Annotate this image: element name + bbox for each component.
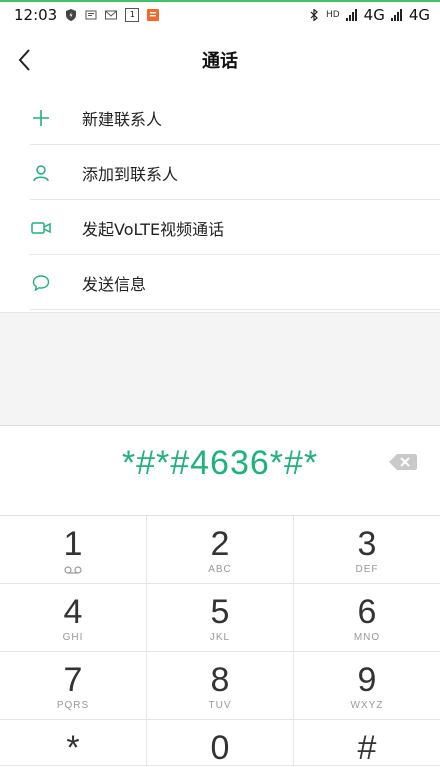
plus-icon	[30, 107, 52, 129]
app-notification-icon	[147, 9, 160, 21]
key-digit: 0	[210, 729, 230, 767]
person-icon	[30, 162, 52, 184]
video-icon	[30, 217, 52, 239]
action-menu: 新建联系人 添加到联系人 发起VoLTE视频通话 发送信息	[0, 90, 440, 310]
key-digit: 8	[210, 661, 230, 699]
key-digit: 4	[63, 593, 83, 631]
menu-item-add-to-contact[interactable]: 添加到联系人	[0, 145, 440, 200]
key-letters: JKL	[209, 632, 231, 643]
network-type-1: 4G	[363, 6, 385, 24]
network-type-2: 4G	[408, 6, 430, 24]
menu-item-label: 发起VoLTE视频通话	[82, 219, 225, 239]
key-digit: 6	[357, 593, 377, 631]
key-digit: 1	[63, 525, 83, 563]
key-3[interactable]: 3 DEF	[294, 516, 440, 584]
page-title: 通话	[202, 51, 238, 72]
key-letters: GHI	[62, 632, 84, 643]
back-arrow-icon[interactable]	[10, 44, 42, 76]
key-letters: WXYZ	[350, 700, 384, 711]
menu-item-video-call[interactable]: 发起VoLTE视频通话	[0, 200, 440, 255]
key-letters: MNO	[353, 632, 381, 643]
key-digit: 2	[210, 525, 230, 563]
key-9[interactable]: 9 WXYZ	[294, 652, 440, 720]
key-digit: 7	[63, 661, 83, 699]
mail-icon	[105, 10, 118, 20]
key-digit: #	[357, 729, 377, 767]
voicemail-icon	[64, 566, 82, 574]
key-7[interactable]: 7 PQRS	[0, 652, 147, 720]
key-letters: DEF	[355, 564, 379, 575]
key-1[interactable]: 1	[0, 516, 147, 584]
menu-item-label: 添加到联系人	[82, 164, 179, 184]
key-letters: ABC	[208, 564, 232, 575]
key-hash[interactable]: #	[294, 720, 440, 766]
calendar-icon: 1	[125, 8, 140, 22]
menu-item-new-contact[interactable]: 新建联系人	[0, 90, 440, 145]
header: 通话	[0, 30, 440, 90]
key-5[interactable]: 5 JKL	[147, 584, 294, 652]
hd-label: HD	[325, 10, 340, 20]
key-digit: 3	[357, 525, 377, 563]
key-8[interactable]: 8 TUV	[147, 652, 294, 720]
key-2[interactable]: 2 ABC	[147, 516, 294, 584]
dialed-number: *#*#4636*#*	[121, 444, 319, 482]
key-4[interactable]: 4 GHI	[0, 584, 147, 652]
shield-icon	[66, 9, 77, 21]
key-star[interactable]: *	[0, 720, 147, 766]
message-icon	[30, 272, 52, 294]
menu-item-label: 发送信息	[82, 274, 147, 294]
number-display: *#*#4636*#*	[0, 425, 440, 516]
menu-item-send-message[interactable]: 发送信息	[0, 255, 440, 310]
bluetooth-icon	[310, 9, 318, 21]
signal-icon	[345, 9, 357, 21]
key-digit: *	[66, 729, 80, 767]
key-letters: TUV	[208, 700, 232, 711]
signal-icon-2	[390, 9, 402, 21]
key-digit: 5	[210, 593, 230, 631]
key-digit: 9	[357, 661, 377, 699]
backspace-icon[interactable]	[388, 452, 418, 472]
key-0[interactable]: 0	[147, 720, 294, 766]
menu-item-label: 新建联系人	[82, 109, 163, 129]
dial-keypad: 1 2 ABC 3 DEF 4 GHI 5 JKL 6 MNO 7 PQRS 8…	[0, 515, 440, 766]
key-letters: PQRS	[56, 700, 90, 711]
empty-area	[0, 312, 440, 426]
notification-icon	[85, 10, 97, 20]
key-6[interactable]: 6 MNO	[294, 584, 440, 652]
status-bar: 12:03 1 HD 4G 4G	[0, 2, 440, 28]
status-time: 12:03	[14, 6, 58, 24]
